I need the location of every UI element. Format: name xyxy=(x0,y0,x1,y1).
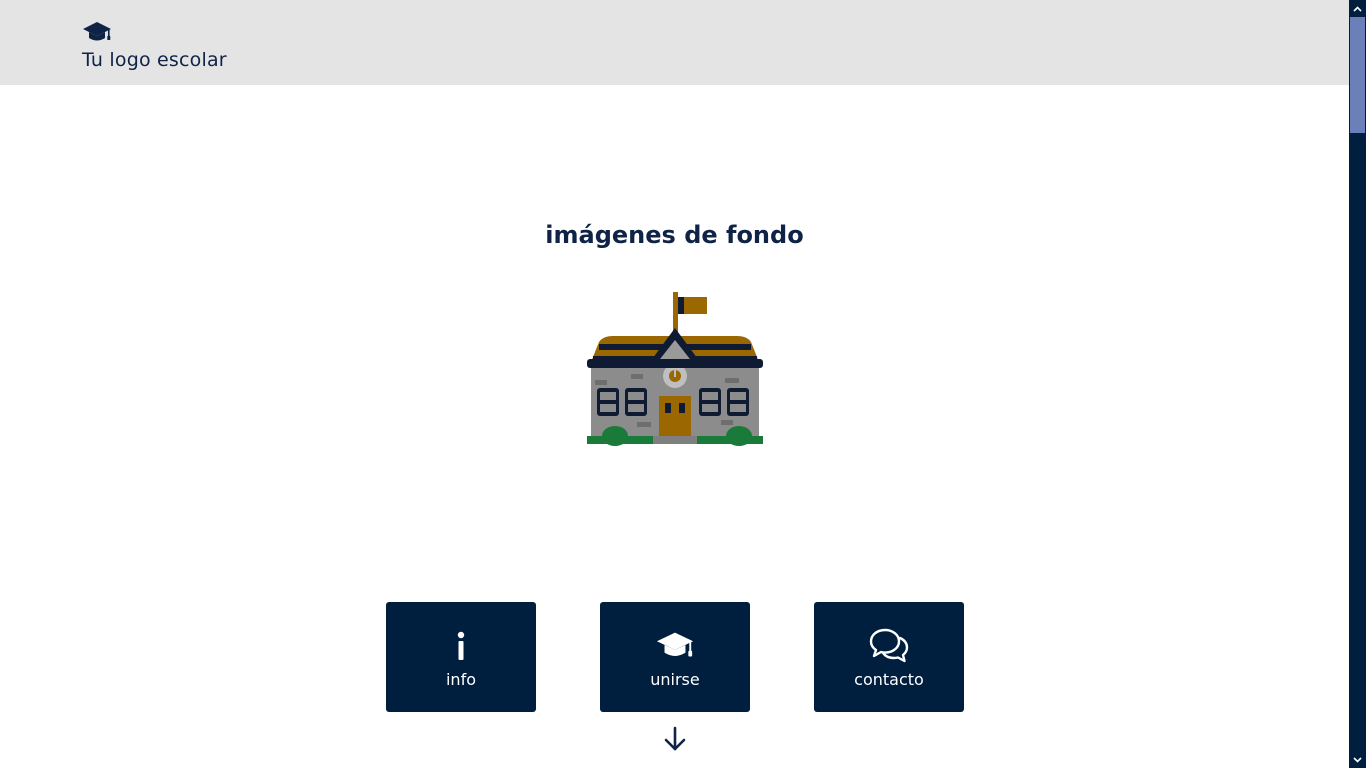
hero-title: imágenes de fondo xyxy=(545,221,804,249)
school-logo-link[interactable]: Tu logo escolar xyxy=(82,20,227,72)
logo-text: Tu logo escolar xyxy=(82,49,227,71)
info-tile[interactable]: info xyxy=(386,602,536,712)
scroll-down-icon[interactable] xyxy=(1349,751,1366,768)
graduation-cap-icon xyxy=(655,626,695,666)
contact-tile[interactable]: contacto xyxy=(814,602,964,712)
contact-label: contacto xyxy=(854,670,924,689)
graduation-cap-icon xyxy=(83,22,111,41)
scroll-thumb[interactable] xyxy=(1350,17,1365,133)
join-tile[interactable]: unirse xyxy=(600,602,750,712)
vertical-scrollbar[interactable] xyxy=(1349,0,1366,768)
arrow-down-icon[interactable] xyxy=(663,726,687,752)
page: Tu logo escolar imágenes de fondo info u… xyxy=(0,0,1349,768)
info-icon xyxy=(441,626,481,666)
site-header: Tu logo escolar xyxy=(0,0,1349,85)
action-tiles: info unirse contacto xyxy=(386,602,964,712)
join-label: unirse xyxy=(650,670,700,689)
chat-bubbles-icon xyxy=(869,626,909,666)
info-label: info xyxy=(445,670,476,689)
school-building-icon xyxy=(587,292,763,446)
scroll-up-icon[interactable] xyxy=(1349,0,1366,17)
